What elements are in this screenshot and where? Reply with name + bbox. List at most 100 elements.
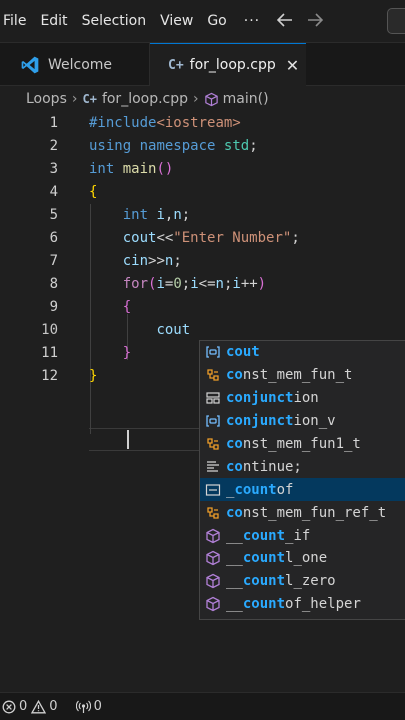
suggestion-item[interactable]: const_mem_fun_ref_t: [200, 501, 405, 524]
ports-status[interactable]: 0: [75, 699, 102, 714]
suggestion-item[interactable]: const_mem_fun_t: [200, 364, 405, 387]
code-text: {: [89, 296, 131, 319]
class-icon: [204, 504, 222, 522]
editor-tab-bar: Welcome C+ for_loop.cpp ✕: [0, 42, 405, 86]
close-icon[interactable]: ✕: [286, 56, 299, 75]
suggestion-item[interactable]: __countl_zero: [200, 570, 405, 593]
suggestion-label: __count_if: [226, 528, 310, 544]
suggestion-label-match: count: [242, 573, 286, 590]
code-token: <<: [156, 230, 174, 246]
code-token: ;: [181, 276, 191, 292]
code-token: (): [156, 161, 174, 177]
code-line[interactable]: 9 {: [0, 296, 405, 319]
code-token: int: [89, 161, 115, 177]
error-count: 0: [19, 699, 28, 714]
menu-go[interactable]: Go: [200, 13, 233, 29]
suggestion-label: const_mem_fun_t: [226, 367, 352, 383]
suggestion-item[interactable]: continue;: [200, 455, 405, 478]
vscode-logo-icon: [21, 56, 39, 73]
broadcast-icon: [75, 700, 91, 713]
suggestion-item[interactable]: cout: [200, 341, 405, 364]
enum-icon: [204, 389, 222, 407]
tab-label: Welcome: [48, 56, 113, 73]
suggestion-item[interactable]: _countof: [200, 478, 405, 502]
suggestion-label: const_mem_fun1_t: [226, 436, 361, 452]
line-number: 2: [49, 138, 58, 154]
suggestion-label-match: conjunct: [226, 413, 294, 430]
code-token: ;: [249, 138, 258, 154]
suggestion-item[interactable]: __count_if: [200, 524, 405, 547]
suggestion-label-match: count: [234, 481, 277, 498]
code-line[interactable]: 5 int i,n;: [0, 204, 405, 227]
more-menu-button[interactable]: ···: [234, 13, 270, 29]
suggestion-label: __countl_one: [226, 550, 327, 566]
suggestion-label-pre: __: [226, 527, 243, 544]
tab-welcome[interactable]: Welcome: [0, 43, 150, 86]
code-token: ;: [291, 230, 300, 246]
suggestion-label: const_mem_fun_ref_t: [226, 505, 386, 521]
menu-selection[interactable]: Selection: [75, 13, 154, 29]
code-line[interactable]: 4{: [0, 181, 405, 204]
command-center-search[interactable]: [387, 8, 405, 34]
suggestion-widget: cout const_mem_fun_t conjunction conjunctio…: [199, 340, 405, 620]
suggestion-label-post: _if: [285, 527, 311, 544]
suggestion-item[interactable]: const_mem_fun1_t: [200, 433, 405, 456]
snippet-icon: [204, 458, 222, 476]
suggestion-label-match: cout: [226, 344, 260, 361]
breadcrumb-symbol[interactable]: main(): [223, 91, 269, 107]
class-icon: [204, 366, 222, 384]
suggestion-label-match: co: [226, 504, 243, 521]
arrow-left-icon[interactable]: [270, 11, 300, 32]
menu-view[interactable]: View: [153, 13, 200, 29]
suggestion-label: __countof_helper: [226, 596, 361, 612]
suggestion-item[interactable]: __countl_one: [200, 547, 405, 570]
code-token: "Enter Number": [173, 230, 292, 246]
cpp-file-icon: C+: [82, 92, 97, 106]
code-line[interactable]: 2 using namespace std;: [0, 135, 405, 158]
arrow-right-icon[interactable]: [300, 11, 330, 32]
ports-count: 0: [93, 699, 102, 714]
suggestion-label: conjunction: [226, 390, 319, 406]
code-text: int i,n;: [89, 204, 190, 227]
suggestion-label-post: ntinue;: [242, 458, 302, 475]
code-line[interactable]: 1 #include<iostream>: [0, 112, 405, 135]
code-line[interactable]: 3 int main(): [0, 158, 405, 181]
text-cursor: [127, 430, 129, 449]
breadcrumb-folder[interactable]: Loops: [26, 91, 67, 107]
code-token: {: [122, 299, 132, 315]
code-line[interactable]: 6 cout<<"Enter Number";: [0, 227, 405, 250]
code-token: n: [173, 207, 182, 223]
code-token: cout: [122, 230, 157, 246]
line-number: 1: [49, 115, 58, 131]
code-token: for: [122, 276, 149, 292]
problems-status[interactable]: 0 0: [2, 699, 58, 714]
line-number: 10: [41, 322, 58, 338]
method-cube-icon: [204, 595, 222, 613]
suggestion-label: _countof: [226, 482, 293, 498]
keyword-icon: [204, 481, 222, 499]
code-token: }: [89, 368, 98, 384]
suggestion-item[interactable]: __countof_helper: [200, 593, 405, 616]
breadcrumb-file[interactable]: for_loop.cpp: [102, 91, 188, 107]
method-cube-icon: [204, 527, 222, 545]
menu-edit[interactable]: Edit: [33, 13, 74, 29]
code-line[interactable]: 10 cout: [0, 319, 405, 342]
suggestion-label-pre: __: [226, 550, 243, 567]
suggestion-label-post: ion: [293, 390, 319, 407]
suggestion-item[interactable]: conjunction_v: [200, 410, 405, 433]
code-token: <=: [198, 276, 216, 292]
code-line[interactable]: 7 cin>>n;: [0, 250, 405, 273]
suggestion-label: continue;: [226, 459, 302, 475]
code-text: }: [89, 342, 131, 365]
suggestion-item[interactable]: conjunction: [200, 387, 405, 410]
class-icon: [204, 435, 222, 453]
code-line[interactable]: 8 for(i=0;i<=n;i++): [0, 273, 405, 296]
menu-file[interactable]: File: [0, 13, 33, 29]
tab-for-loop-cpp[interactable]: C+ for_loop.cpp ✕: [150, 43, 306, 86]
